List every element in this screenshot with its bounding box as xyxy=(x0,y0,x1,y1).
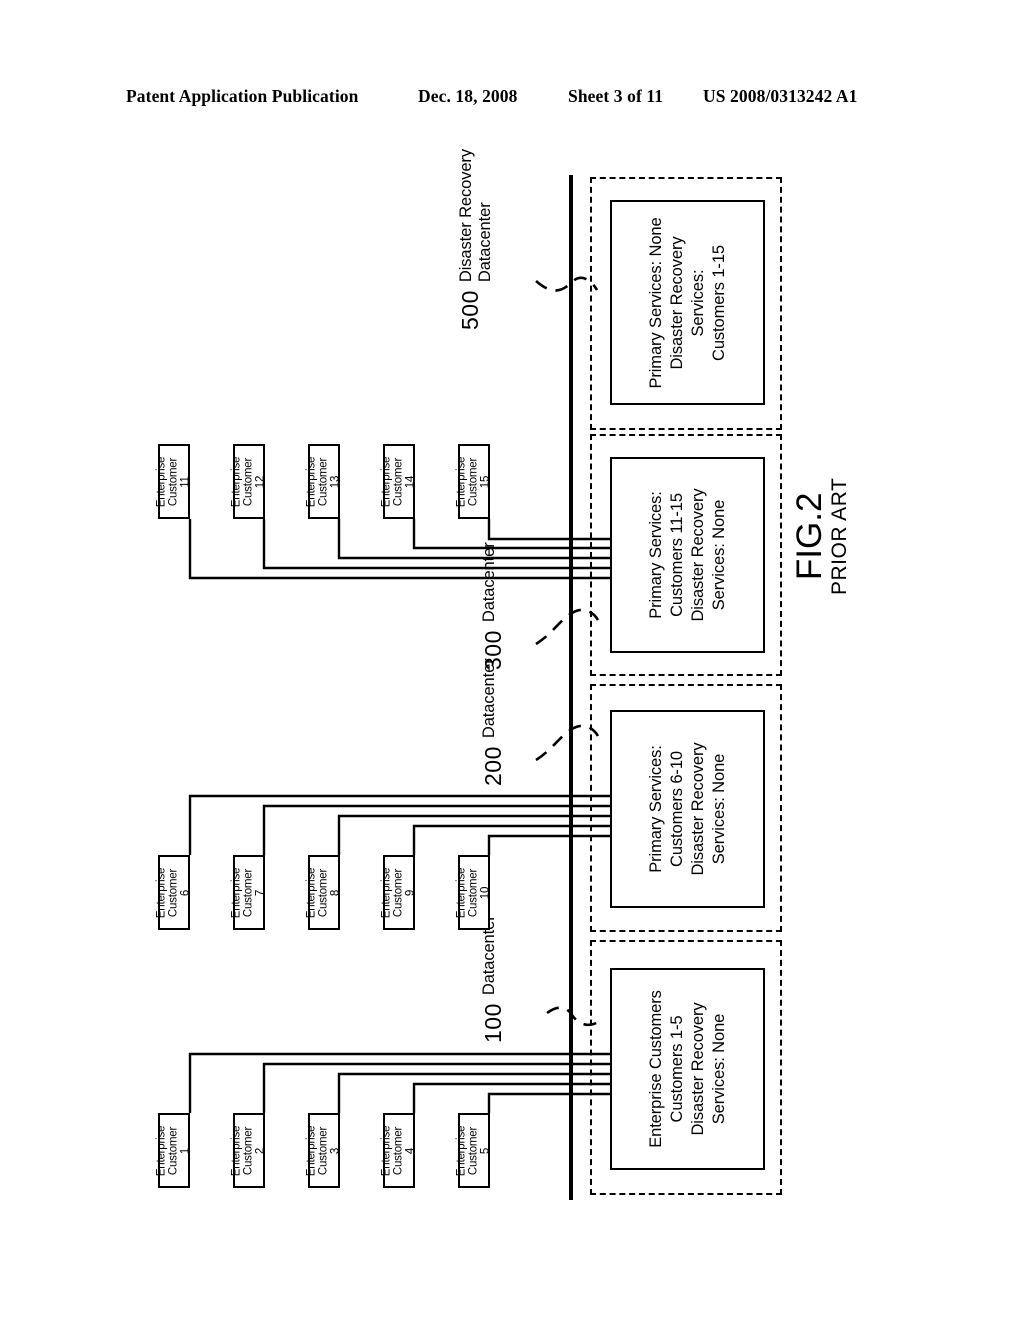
customer-6-line1: Enterprise xyxy=(155,867,168,918)
dc500-line-3: Services: xyxy=(688,269,707,336)
customer-9-line2: Customer xyxy=(392,868,405,917)
datacenter-box-300[interactable]: Primary Services: Customers 11-15 Disast… xyxy=(610,457,765,653)
customer-1-line2: Customer xyxy=(167,1126,180,1175)
customer-10-line1: Enterprise xyxy=(455,867,468,918)
dc100-line-3: Disaster Recovery xyxy=(688,1002,707,1136)
customer-14-line2: Customer xyxy=(392,457,405,506)
customer-13-line1: Enterprise xyxy=(305,456,318,507)
datacenter-box-100[interactable]: Enterprise Customers Customers 1-5 Disas… xyxy=(610,968,765,1170)
dc200-line-4: Services: None xyxy=(709,753,728,865)
customer-6-line2: Customer xyxy=(167,868,180,917)
customer-3-number: 3 xyxy=(328,1147,341,1154)
ref-num-200: 200 xyxy=(480,746,506,786)
customer-12-line1: Enterprise xyxy=(230,456,243,507)
customer-box-13[interactable]: Enterprise Customer 13 xyxy=(305,444,341,519)
figure-title-text: FIG.2 xyxy=(790,492,829,581)
figure-subtitle-text: PRIOR ART xyxy=(828,477,851,595)
customer-3-line1: Enterprise xyxy=(305,1125,318,1176)
ref-caption-200: Datacenter xyxy=(480,658,499,738)
dc500-line-1: Primary Services: None xyxy=(646,216,665,389)
customer-7-number: 7 xyxy=(253,889,266,896)
customer-10-line2: Customer xyxy=(467,868,480,917)
dc500-line-4: Customers 1-15 xyxy=(709,244,728,361)
ref-caption-500: Disaster Recovery Datacenter xyxy=(457,149,495,282)
reference-label-100: 100 Datacenter xyxy=(480,915,507,1043)
dc100-line-4: Services: None xyxy=(709,1013,728,1125)
ref-num-500: 500 xyxy=(457,290,483,330)
dc300-line-4: Services: None xyxy=(709,499,728,611)
customer-box-6[interactable]: Enterprise Customer 6 xyxy=(155,855,191,930)
dc200-line-2: Customers 6-10 xyxy=(667,751,686,867)
customer-box-2[interactable]: Enterprise Customer 2 xyxy=(230,1113,266,1188)
ref-caption-500-line1: Disaster Recovery xyxy=(457,149,475,283)
customer-14-line1: Enterprise xyxy=(380,456,393,507)
customer-4-line1: Enterprise xyxy=(380,1125,393,1176)
customer-box-1[interactable]: Enterprise Customer 1 xyxy=(155,1113,191,1188)
dc100-line-2: Customers 1-5 xyxy=(667,1015,686,1123)
customer-1-line1: Enterprise xyxy=(155,1125,168,1176)
dc200-line-3: Disaster Recovery xyxy=(688,742,707,876)
dc300-line-1: Primary Services: xyxy=(646,491,665,619)
customer-3-line2: Customer xyxy=(317,1126,330,1175)
customer-11-number: 11 xyxy=(178,475,191,488)
customer-6-number: 6 xyxy=(178,889,191,896)
customer-2-number: 2 xyxy=(253,1147,266,1154)
customer-9-line1: Enterprise xyxy=(380,867,393,918)
customer-1-number: 1 xyxy=(178,1147,191,1154)
customer-9-number: 9 xyxy=(403,889,416,896)
customer-4-number: 4 xyxy=(403,1147,416,1154)
datacenter-box-200[interactable]: Primary Services: Customers 6-10 Disaste… xyxy=(610,710,765,908)
customer-box-14[interactable]: Enterprise Customer 14 xyxy=(380,444,416,519)
customer-12-line2: Customer xyxy=(242,457,255,506)
customer-14-number: 14 xyxy=(403,475,416,488)
customer-5-line2: Customer xyxy=(467,1126,480,1175)
reference-label-300: 300 Datacenter xyxy=(480,542,507,670)
ref-caption-300: Datacenter xyxy=(480,542,499,622)
customer-box-8[interactable]: Enterprise Customer 8 xyxy=(305,855,341,930)
customer-7-line2: Customer xyxy=(242,868,255,917)
customer-box-10[interactable]: Enterprise Customer 10 xyxy=(455,855,491,930)
dc200-line-1: Primary Services: xyxy=(646,745,665,873)
customer-7-line1: Enterprise xyxy=(230,867,243,918)
ref-num-100: 100 xyxy=(480,1003,506,1043)
customer-box-12[interactable]: Enterprise Customer 12 xyxy=(230,444,266,519)
customer-5-number: 5 xyxy=(478,1147,491,1154)
customer-box-11[interactable]: Enterprise Customer 11 xyxy=(155,444,191,519)
customer-8-line1: Enterprise xyxy=(305,867,318,918)
reference-label-500: 500 Disaster Recovery Datacenter xyxy=(457,149,495,330)
customer-box-15[interactable]: Enterprise Customer 15 xyxy=(455,444,491,519)
customer-11-line1: Enterprise xyxy=(155,456,168,507)
customer-5-line1: Enterprise xyxy=(455,1125,468,1176)
customer-11-line2: Customer xyxy=(167,457,180,506)
customer-12-number: 12 xyxy=(253,475,266,488)
customer-13-line2: Customer xyxy=(317,457,330,506)
customer-box-4[interactable]: Enterprise Customer 4 xyxy=(380,1113,416,1188)
customer-box-3[interactable]: Enterprise Customer 3 xyxy=(305,1113,341,1188)
dc300-line-2: Customers 11-15 xyxy=(667,493,686,617)
dc500-line-2: Disaster Recovery xyxy=(667,235,686,370)
customer-8-number: 8 xyxy=(328,889,341,896)
figure-drawing: Primary Services: None Disaster Recovery… xyxy=(0,0,1024,1320)
customer-13-number: 13 xyxy=(328,475,341,488)
customer-box-5[interactable]: Enterprise Customer 5 xyxy=(455,1113,491,1188)
ref-caption-500-line2: Datacenter xyxy=(475,202,494,283)
ref-caption-200-line1: Datacenter xyxy=(480,658,498,739)
customer-15-line1: Enterprise xyxy=(455,456,468,507)
customer-box-9[interactable]: Enterprise Customer 9 xyxy=(380,855,416,930)
dc100-line-1: Enterprise Customers xyxy=(646,990,665,1148)
customer-15-line2: Customer xyxy=(467,457,480,506)
customer-10-number: 10 xyxy=(478,886,491,899)
customer-2-line2: Customer xyxy=(242,1126,255,1175)
customer-8-line2: Customer xyxy=(317,868,330,917)
customer-15-number: 15 xyxy=(478,475,491,488)
dc300-line-3: Disaster Recovery xyxy=(688,488,707,622)
reference-label-200: 200 Datacenter xyxy=(480,658,507,786)
datacenter-box-500[interactable]: Primary Services: None Disaster Recovery… xyxy=(610,200,765,405)
connection-wires xyxy=(188,175,614,1200)
ref-caption-300-line1: Datacenter xyxy=(480,542,498,623)
customer-4-line2: Customer xyxy=(392,1126,405,1175)
customer-2-line1: Enterprise xyxy=(230,1125,243,1176)
customer-box-7[interactable]: Enterprise Customer 7 xyxy=(230,855,266,930)
